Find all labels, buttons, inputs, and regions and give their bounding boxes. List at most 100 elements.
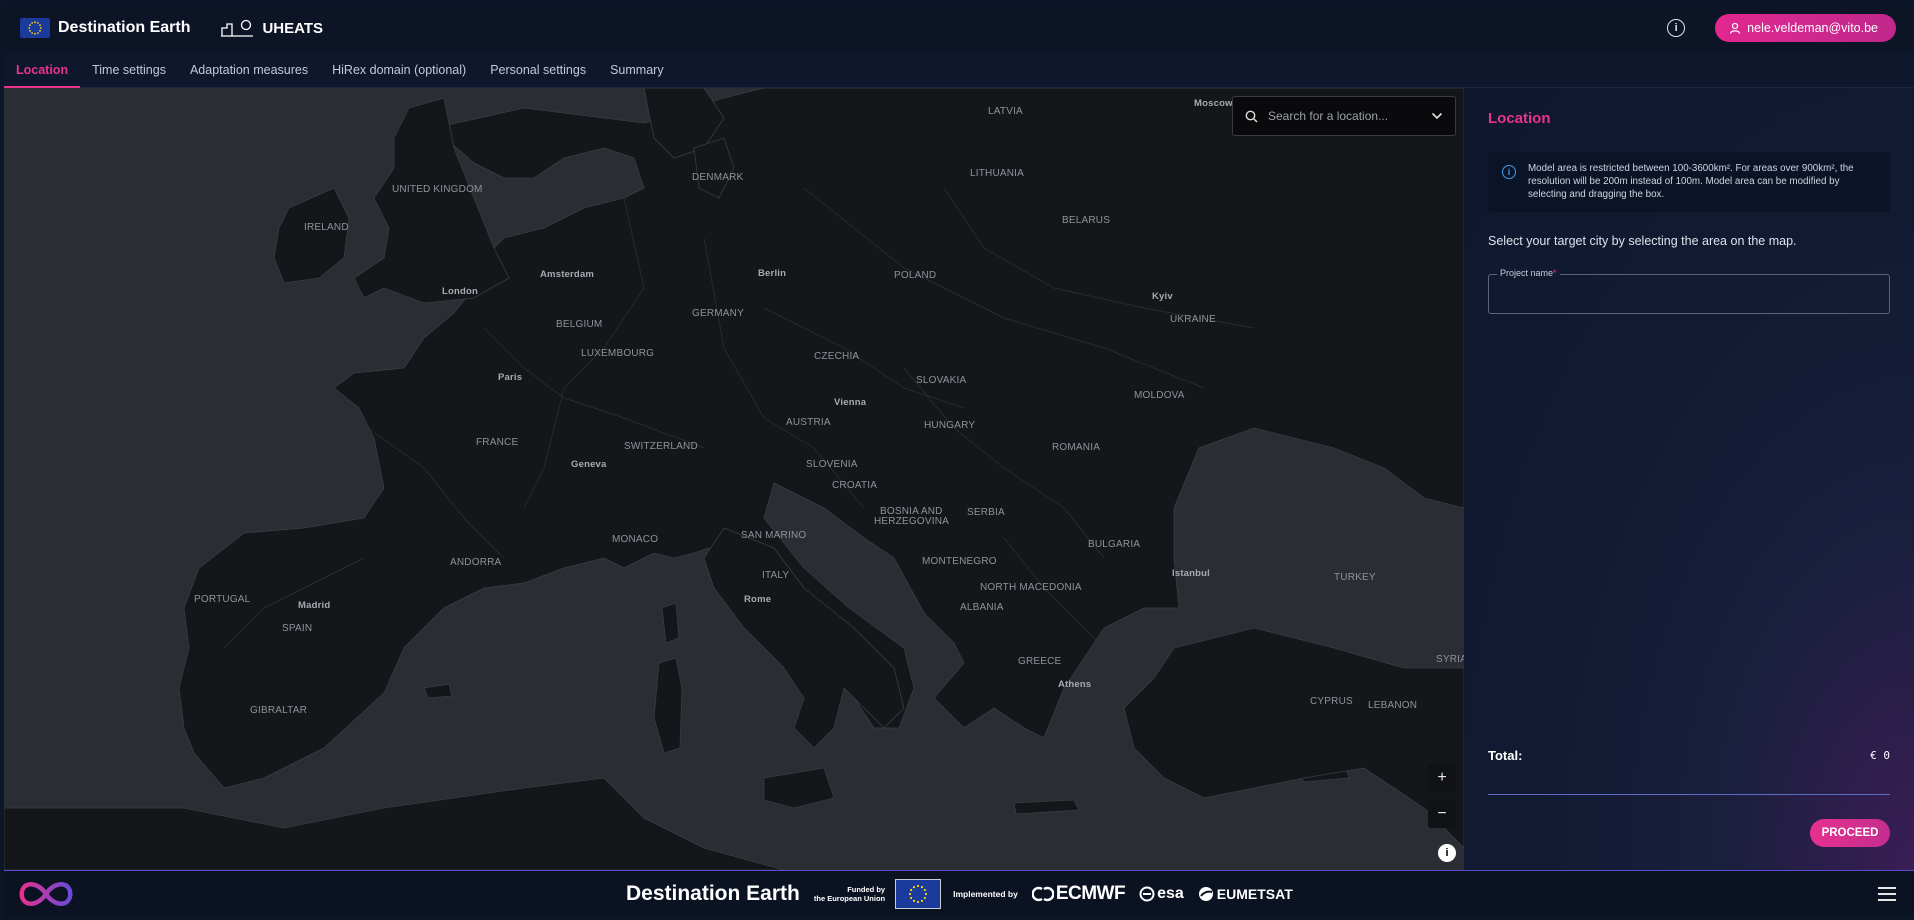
esa-icon bbox=[1139, 886, 1155, 902]
map-label: MONACO bbox=[612, 534, 659, 545]
map-label: Amsterdam bbox=[540, 269, 595, 280]
map-label: Madrid bbox=[298, 600, 331, 611]
panel-title: Location bbox=[1488, 110, 1551, 127]
map-label: DENMARK bbox=[692, 172, 744, 183]
map-attribution-icon[interactable]: i bbox=[1438, 844, 1456, 862]
eumetsat-icon bbox=[1198, 887, 1213, 901]
zoom-out-button[interactable]: − bbox=[1428, 800, 1456, 828]
app-title: UHEATS bbox=[262, 19, 324, 37]
map-label: CROATIA bbox=[832, 480, 878, 491]
project-name-label: Project name* bbox=[1497, 268, 1560, 278]
top-bar: Destination Earth UHEATS i nele.veldeman… bbox=[4, 4, 1914, 52]
map-label: CZECHIA bbox=[814, 351, 860, 362]
map-label: SLOVENIA bbox=[806, 459, 858, 470]
footer-title: Destination Earth bbox=[626, 882, 800, 905]
map-label: Geneva bbox=[571, 459, 607, 470]
eu-flag-icon bbox=[20, 18, 50, 38]
tab-location[interactable]: Location bbox=[4, 52, 81, 88]
map-label: MONTENEGRO bbox=[922, 556, 997, 567]
map-label: FRANCE bbox=[476, 437, 519, 448]
footer-partners: Destination Earth Funded by the European… bbox=[626, 871, 1293, 917]
map-label: Berlin bbox=[758, 268, 787, 279]
tab-adaptation-measures[interactable]: Adaptation measures bbox=[178, 52, 320, 87]
map-label: GERMANY bbox=[692, 308, 744, 319]
notice-text: Model area is restricted between 100-360… bbox=[1528, 163, 1854, 200]
footer: Destination Earth Funded by the European… bbox=[4, 870, 1914, 916]
map-label: Istanbul bbox=[1172, 568, 1211, 579]
map-label: MOLDOVA bbox=[1134, 390, 1185, 401]
map-label: CYPRUS bbox=[1310, 696, 1353, 707]
map-label: ALBANIA bbox=[960, 602, 1004, 613]
brand-title: Destination Earth bbox=[58, 19, 191, 36]
project-name-input[interactable] bbox=[1489, 275, 1889, 313]
destine-infinity-logo-icon[interactable] bbox=[14, 877, 78, 916]
funded-by-eu: Funded by the European Union bbox=[813, 885, 886, 903]
map-label: LATVIA bbox=[988, 106, 1023, 117]
map-label: SYRIA bbox=[1436, 654, 1464, 665]
map-label: SAN MARINO bbox=[741, 530, 807, 541]
uheats-logo-icon bbox=[221, 19, 254, 37]
map-label: UNITED KINGDOM bbox=[392, 184, 483, 195]
location-panel: Location i Model area is restricted betw… bbox=[1464, 88, 1914, 870]
esa-logo: esa bbox=[1139, 885, 1184, 903]
map-canvas[interactable]: LATVIA Moscow DENMARK LITHUANIA UNITED K… bbox=[4, 88, 1464, 870]
uheats-app[interactable]: UHEATS bbox=[220, 19, 323, 37]
tab-time-settings[interactable]: Time settings bbox=[80, 52, 178, 87]
map-label: ANDORRA bbox=[450, 557, 502, 568]
map-label: London bbox=[442, 286, 479, 297]
divider bbox=[1488, 794, 1890, 795]
tab-personal-settings[interactable]: Personal settings bbox=[478, 52, 598, 87]
zoom-in-button[interactable]: + bbox=[1428, 764, 1456, 792]
eu-flag-icon bbox=[895, 879, 942, 909]
menu-icon[interactable] bbox=[1878, 887, 1896, 901]
map-label: BELGIUM bbox=[556, 319, 603, 330]
map-label: SLOVAKIA bbox=[916, 375, 967, 386]
map-label: HERZEGOVINA bbox=[874, 516, 949, 527]
map-label: Vienna bbox=[834, 397, 867, 408]
map-label: LEBANON bbox=[1368, 700, 1418, 711]
chevron-down-icon[interactable] bbox=[1431, 112, 1443, 120]
instruction-text: Select your target city by selecting the… bbox=[1488, 234, 1797, 248]
proceed-button[interactable]: PROCEED bbox=[1810, 819, 1890, 847]
search-icon bbox=[1245, 110, 1258, 122]
user-email: nele.veldeman@vito.be bbox=[1747, 21, 1878, 35]
map-label: Paris bbox=[498, 372, 523, 383]
map-label: Kyiv bbox=[1152, 291, 1173, 302]
map-label: UKRAINE bbox=[1170, 314, 1216, 325]
user-account-button[interactable]: nele.veldeman@vito.be bbox=[1715, 14, 1896, 42]
map-label: HUNGARY bbox=[924, 420, 976, 431]
total-label: Total: bbox=[1488, 748, 1523, 763]
map-label: BULGARIA bbox=[1088, 539, 1141, 550]
map-label: ROMANIA bbox=[1052, 442, 1101, 453]
map-label: LITHUANIA bbox=[970, 168, 1025, 179]
map-label: Moscow bbox=[1194, 98, 1233, 109]
total-row: Total: € 0 bbox=[1488, 748, 1890, 763]
map-label: GIBRALTAR bbox=[250, 705, 307, 716]
implemented-by-label: Implemented by bbox=[953, 889, 1018, 899]
user-icon bbox=[1730, 22, 1741, 34]
europe-landmass bbox=[4, 88, 1464, 870]
map-label: AUSTRIA bbox=[786, 417, 831, 428]
destination-earth-brand[interactable]: Destination Earth bbox=[20, 18, 190, 38]
ecmwf-logo: ECMWF bbox=[1031, 883, 1126, 905]
tab-hirex-domain[interactable]: HiRex domain (optional) bbox=[320, 52, 478, 87]
map-label: LUXEMBOURG bbox=[581, 348, 655, 359]
map-label: ITALY bbox=[762, 570, 790, 581]
wizard-tabs: Location Time settings Adaptation measur… bbox=[4, 52, 1914, 88]
eumetsat-logo: EUMETSAT bbox=[1198, 886, 1293, 902]
map-label: SWITZERLAND bbox=[624, 441, 698, 452]
map-label: IRELAND bbox=[304, 222, 349, 233]
map-label: POLAND bbox=[894, 270, 937, 281]
location-search[interactable] bbox=[1232, 96, 1456, 136]
project-name-field[interactable]: Project name* bbox=[1488, 268, 1890, 314]
info-icon[interactable]: i bbox=[1667, 19, 1686, 37]
location-search-input[interactable] bbox=[1268, 109, 1418, 123]
map-label: TURKEY bbox=[1334, 572, 1376, 583]
map-label: SERBIA bbox=[967, 507, 1005, 518]
required-marker: * bbox=[1553, 268, 1557, 278]
ecmwf-icon bbox=[1031, 886, 1054, 902]
total-value: € 0 bbox=[1870, 749, 1890, 762]
map-label: NORTH MACEDONIA bbox=[980, 582, 1082, 593]
area-restriction-notice: i Model area is restricted between 100-3… bbox=[1488, 152, 1890, 212]
tab-summary[interactable]: Summary bbox=[598, 52, 675, 87]
